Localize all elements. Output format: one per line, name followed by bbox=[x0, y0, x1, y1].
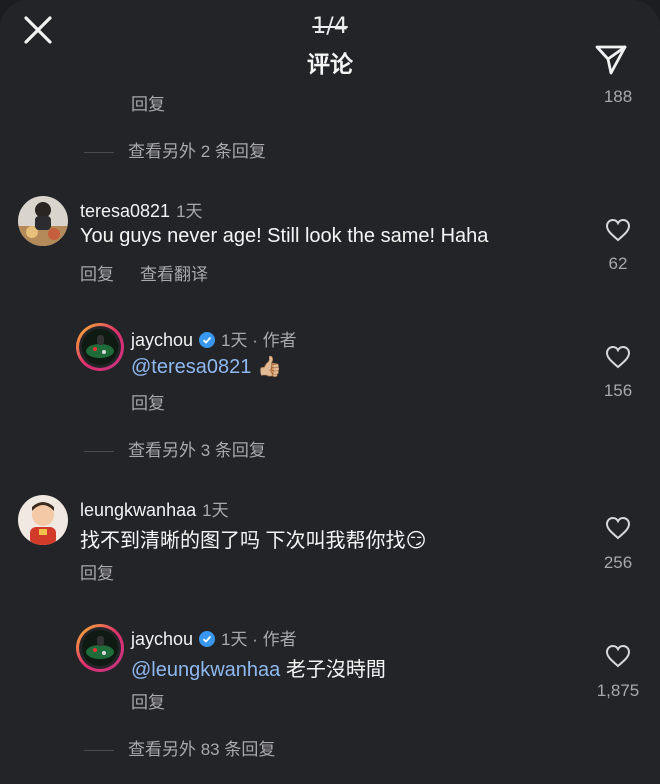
comments-sheet: 1/4 评论 回复 188 查看另外 2 条回复 teresa0821 1天 Yo… bbox=[0, 0, 660, 784]
timestamp: 1天 · 作者 bbox=[221, 331, 297, 350]
comment-body: 老子沒時間 bbox=[280, 659, 386, 681]
divider bbox=[84, 152, 114, 154]
page-title: 评论 bbox=[307, 51, 353, 77]
like-count: 256 bbox=[603, 553, 633, 572]
comment-author[interactable]: teresa0821 1天 bbox=[80, 197, 203, 222]
username[interactable]: leungkwanhaa bbox=[80, 500, 196, 520]
verified-badge-icon bbox=[199, 631, 216, 647]
view-more-replies[interactable]: 查看另外 3 条回复 bbox=[84, 436, 266, 461]
mention-link[interactable]: @leungkwanhaa bbox=[131, 659, 280, 681]
username[interactable]: teresa0821 bbox=[80, 201, 170, 221]
reply-button[interactable]: 回复 bbox=[80, 260, 114, 285]
avatar-image bbox=[82, 630, 118, 666]
image-counter: 1/4 bbox=[312, 14, 348, 39]
view-more-replies[interactable]: 查看另外 2 条回复 bbox=[84, 137, 266, 162]
heart-icon[interactable] bbox=[605, 345, 631, 369]
reply-button[interactable]: 回复 bbox=[131, 90, 165, 115]
avatar[interactable] bbox=[18, 196, 68, 246]
heart-icon[interactable] bbox=[605, 516, 631, 540]
avatar[interactable] bbox=[18, 495, 68, 545]
reply-button[interactable]: 回复 bbox=[131, 688, 165, 713]
divider bbox=[84, 750, 114, 752]
avatar-image bbox=[18, 495, 68, 545]
comment-text: 找不到清晰的图了吗 下次叫我帮你找😏 bbox=[80, 524, 426, 553]
mention-link[interactable]: @teresa0821 bbox=[131, 356, 251, 378]
avatar[interactable] bbox=[76, 624, 124, 672]
comment-body: 找不到清晰的图了吗 下次叫我帮你找 bbox=[80, 530, 406, 552]
reply-button[interactable]: 回复 bbox=[80, 559, 114, 584]
avatar[interactable] bbox=[76, 323, 124, 371]
username[interactable]: jaychou bbox=[131, 629, 193, 649]
sheet-header: 1/4 评论 bbox=[0, 0, 660, 90]
reply-button[interactable]: 回复 bbox=[131, 389, 165, 414]
view-more-label: 查看另外 3 条回复 bbox=[128, 441, 266, 460]
smirk-emoji: 😏 bbox=[405, 530, 427, 552]
heart-icon[interactable] bbox=[605, 218, 631, 242]
comment-author[interactable]: leungkwanhaa 1天 bbox=[80, 496, 229, 521]
avatar-image bbox=[18, 196, 68, 246]
view-more-label: 查看另外 2 条回复 bbox=[128, 142, 266, 161]
divider bbox=[84, 451, 114, 453]
comment-author[interactable]: jaychou 1天 · 作者 bbox=[131, 625, 297, 650]
username[interactable]: jaychou bbox=[131, 330, 193, 350]
like-count: 62 bbox=[608, 254, 628, 273]
comment-text: You guys never age! Still look the same!… bbox=[80, 225, 489, 247]
timestamp: 1天 · 作者 bbox=[221, 630, 297, 649]
timestamp: 1天 bbox=[176, 202, 203, 221]
like-count: 1,875 bbox=[596, 681, 640, 700]
like-count: 188 bbox=[603, 87, 633, 106]
share-button[interactable] bbox=[592, 40, 630, 78]
comment-text: @leungkwanhaa 老子沒時間 bbox=[131, 653, 386, 682]
view-more-label: 查看另外 83 条回复 bbox=[128, 740, 276, 759]
heart-icon[interactable] bbox=[605, 644, 631, 668]
comment-author[interactable]: jaychou 1天 · 作者 bbox=[131, 326, 297, 351]
like-count: 156 bbox=[603, 381, 633, 400]
thumbs-up-emoji: 👍🏼 bbox=[256, 356, 282, 378]
verified-badge-icon bbox=[199, 332, 216, 348]
view-more-replies[interactable]: 查看另外 83 条回复 bbox=[84, 735, 275, 760]
avatar-image bbox=[82, 329, 118, 365]
send-icon bbox=[595, 45, 627, 75]
timestamp: 1天 bbox=[202, 501, 229, 520]
comment-text: @teresa0821 👍🏼 bbox=[131, 354, 282, 379]
translate-button[interactable]: 查看翻译 bbox=[140, 260, 208, 285]
